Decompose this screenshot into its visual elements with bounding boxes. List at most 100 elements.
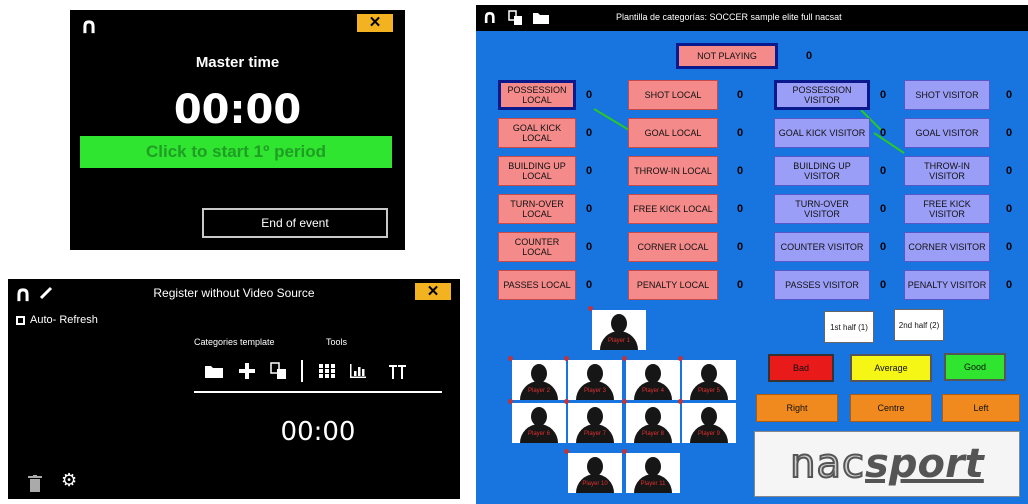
category-penalty-visitor-button[interactable]: PENALTY VISITOR bbox=[904, 270, 990, 300]
category-count: 0 bbox=[880, 165, 887, 177]
category-count: 0 bbox=[880, 127, 887, 139]
player-name: Player 1 bbox=[607, 338, 630, 344]
category-building-up-local-button[interactable]: BUILDING UP LOCAL bbox=[498, 156, 576, 186]
brand-prefix: nac bbox=[789, 440, 866, 488]
category-not-playing-button[interactable]: NOT PLAYING bbox=[676, 43, 778, 69]
auto-refresh-label: Auto- Refresh bbox=[30, 314, 98, 326]
player-5-button[interactable]: Player 5 bbox=[682, 360, 736, 400]
category-count: 0 bbox=[737, 165, 744, 177]
category-count: 0 bbox=[586, 279, 593, 291]
first-half-button[interactable]: 1st half (1) bbox=[824, 311, 874, 343]
category-shot-visitor-button[interactable]: SHOT VISITOR bbox=[904, 80, 990, 110]
player-name: Player 9 bbox=[697, 431, 720, 437]
player-name: Player 10 bbox=[582, 481, 608, 487]
category-corner-visitor-button[interactable]: CORNER VISITOR bbox=[904, 232, 990, 262]
toolbar-separator bbox=[301, 360, 303, 382]
start-period-button[interactable]: Click to start 1º period bbox=[80, 136, 392, 168]
trash-icon[interactable] bbox=[28, 475, 42, 493]
category-template-window: ∩ Plantilla de categorías: SOCCER sample… bbox=[476, 5, 1028, 504]
player-2-button[interactable]: Player 2 bbox=[512, 360, 566, 400]
category-goal-kick-visitor-button[interactable]: GOAL KICK VISITOR bbox=[774, 118, 870, 148]
rating-average-button[interactable]: Average bbox=[850, 354, 932, 382]
gear-icon[interactable]: ⚙ bbox=[61, 472, 77, 490]
category-counter-local-button[interactable]: COUNTER LOCAL bbox=[498, 232, 576, 262]
player-3-button[interactable]: Player 3 bbox=[568, 360, 622, 400]
end-of-event-button[interactable]: End of event bbox=[202, 208, 388, 238]
player-7-button[interactable]: Player 7 bbox=[568, 403, 622, 443]
category-count: 0 bbox=[1006, 165, 1013, 177]
window-title: Register without Video Source bbox=[153, 286, 315, 300]
player-name: Player 8 bbox=[641, 431, 664, 437]
category-counter-visitor-button[interactable]: COUNTER VISITOR bbox=[774, 232, 870, 262]
master-clock: 00:00 bbox=[173, 87, 302, 133]
folder-icon[interactable] bbox=[204, 363, 224, 379]
category-free-kick-local-button[interactable]: FREE KICK LOCAL bbox=[628, 194, 718, 224]
category-goal-kick-local-button[interactable]: GOAL KICK LOCAL bbox=[498, 118, 576, 148]
category-free-kick-visitor-button[interactable]: FREE KICK VISITOR bbox=[904, 194, 990, 224]
category-count: 0 bbox=[1006, 241, 1013, 253]
register-clock: 00:00 bbox=[280, 417, 356, 447]
category-passes-visitor-button[interactable]: PASSES VISITOR bbox=[774, 270, 870, 300]
player-name: Player 3 bbox=[583, 388, 606, 394]
auto-refresh-toggle[interactable]: Auto- Refresh bbox=[16, 314, 98, 326]
category-building-up-visitor-button[interactable]: BUILDING UP VISITOR bbox=[774, 156, 870, 186]
player-4-button[interactable]: Player 4 bbox=[626, 360, 680, 400]
second-half-button[interactable]: 2nd half (2) bbox=[894, 309, 944, 341]
category-count: 0 bbox=[806, 50, 813, 62]
position-left-button[interactable]: Left bbox=[942, 394, 1020, 422]
tools-label: Tools bbox=[326, 337, 348, 347]
position-centre-button[interactable]: Centre bbox=[850, 394, 932, 422]
category-count: 0 bbox=[1006, 127, 1013, 139]
player-6-button[interactable]: Player 6 bbox=[512, 403, 566, 443]
plus-icon[interactable] bbox=[237, 361, 257, 381]
categories-template-label: Categories template bbox=[194, 337, 275, 347]
category-turn-over-local-button[interactable]: TURN-OVER LOCAL bbox=[498, 194, 576, 224]
grid-icon[interactable] bbox=[318, 363, 336, 379]
player-name: Player 5 bbox=[697, 388, 720, 394]
player-9-button[interactable]: Player 9 bbox=[682, 403, 736, 443]
category-shot-local-button[interactable]: SHOT LOCAL bbox=[628, 80, 718, 110]
copy-icon[interactable] bbox=[270, 362, 288, 380]
rating-bad-button[interactable]: Bad bbox=[768, 354, 834, 382]
first-half-label: 1st half (1) bbox=[830, 322, 868, 332]
category-count: 0 bbox=[1006, 279, 1013, 291]
player-name: Player 6 bbox=[527, 431, 550, 437]
window-title: Master time bbox=[195, 54, 280, 71]
category-count: 0 bbox=[880, 241, 887, 253]
category-count: 0 bbox=[1006, 203, 1013, 215]
checkbox-icon[interactable] bbox=[16, 315, 25, 325]
rating-good-button[interactable]: Good bbox=[944, 353, 1006, 381]
master-time-window: ∩ ✕ Master time 00:00 Click to start 1º … bbox=[70, 10, 405, 250]
close-button[interactable]: ✕ bbox=[357, 14, 393, 32]
player-10-button[interactable]: Player 10 bbox=[568, 453, 622, 493]
antenna-icon[interactable] bbox=[388, 362, 408, 380]
divider bbox=[194, 391, 442, 393]
register-window: ∩ Register without Video Source ✕ Auto- … bbox=[8, 279, 460, 499]
player-11-button[interactable]: Player 11 bbox=[626, 453, 680, 493]
category-throw-in-local-button[interactable]: THROW-IN LOCAL bbox=[628, 156, 718, 186]
category-count: 0 bbox=[586, 165, 593, 177]
category-goal-local-button[interactable]: GOAL LOCAL bbox=[628, 118, 718, 148]
category-throw-in-visitor-button[interactable]: THROW-IN VISITOR bbox=[904, 156, 990, 186]
category-passes-local-button[interactable]: PASSES LOCAL bbox=[498, 270, 576, 300]
position-right-button[interactable]: Right bbox=[756, 394, 838, 422]
category-goal-visitor-button[interactable]: GOAL VISITOR bbox=[904, 118, 990, 148]
category-turn-over-visitor-button[interactable]: TURN-OVER VISITOR bbox=[774, 194, 870, 224]
category-count: 0 bbox=[737, 127, 744, 139]
player-name: Player 11 bbox=[640, 481, 666, 487]
player-1-button[interactable]: Player 1 bbox=[592, 310, 646, 350]
player-8-button[interactable]: Player 8 bbox=[626, 403, 680, 443]
close-button[interactable]: ✕ bbox=[415, 283, 451, 300]
category-count: 0 bbox=[586, 203, 593, 215]
category-count: 0 bbox=[880, 279, 887, 291]
category-count: 0 bbox=[586, 241, 593, 253]
category-possession-visitor-button[interactable]: POSSESSION VISITOR bbox=[774, 80, 870, 110]
category-possession-local-button[interactable]: POSSESSION LOCAL bbox=[498, 80, 576, 110]
category-count: 0 bbox=[586, 127, 593, 139]
category-count: 0 bbox=[737, 279, 744, 291]
category-count: 0 bbox=[586, 89, 593, 101]
category-board: NOT PLAYING 0 POSSESSION LOCAL 0 GOAL KICK L… bbox=[476, 5, 1028, 504]
category-penalty-local-button[interactable]: PENALTY LOCAL bbox=[628, 270, 718, 300]
category-corner-local-button[interactable]: CORNER LOCAL bbox=[628, 232, 718, 262]
bar-chart-icon[interactable] bbox=[349, 363, 367, 379]
